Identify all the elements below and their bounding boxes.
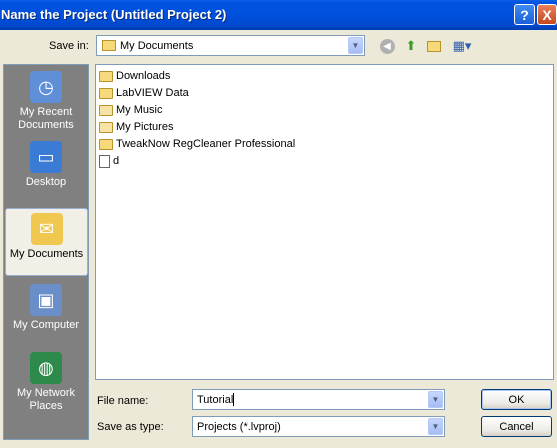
cancel-button[interactable]: Cancel: [481, 416, 552, 437]
back-icon[interactable]: ◀: [378, 37, 396, 55]
pictures-folder-icon: [99, 121, 113, 133]
text-cursor: [233, 393, 235, 406]
list-item[interactable]: Downloads: [99, 68, 170, 84]
place-label: My Computer: [12, 319, 80, 331]
list-item[interactable]: TweakNow RegCleaner Professional: [99, 136, 295, 152]
place-label: Places: [29, 400, 63, 412]
title-bar: Name the Project (Untitled Project 2) ? …: [0, 0, 557, 30]
chevron-down-icon[interactable]: ▼: [348, 37, 363, 54]
close-icon: X: [542, 6, 552, 23]
place-my-documents[interactable]: ✉ My Documents: [5, 208, 88, 276]
place-label: Documents: [18, 119, 74, 131]
list-item[interactable]: My Music: [99, 102, 162, 118]
new-folder-icon[interactable]: [425, 37, 443, 55]
window-title: Name the Project (Untitled Project 2): [1, 7, 227, 22]
save-as-type-label: Save as type:: [97, 421, 164, 433]
save-in-label: Save in:: [49, 40, 89, 52]
folder-open-icon: ✉: [30, 213, 63, 245]
ok-button[interactable]: OK: [481, 389, 552, 410]
save-as-type-dropdown[interactable]: Projects (*.lvproj) ▼: [192, 416, 445, 437]
place-label: My Network: [16, 387, 76, 399]
help-icon: ?: [520, 6, 529, 23]
file-name-label: File name:: [97, 395, 149, 407]
save-in-value: My Documents: [120, 39, 194, 52]
place-label: My Documents: [9, 248, 84, 260]
close-button[interactable]: X: [537, 4, 557, 25]
list-item[interactable]: d: [99, 153, 119, 169]
list-item[interactable]: My Pictures: [99, 119, 173, 135]
chevron-down-icon[interactable]: ▼: [428, 391, 443, 408]
document-icon: [99, 154, 110, 168]
computer-icon: ▣: [30, 284, 62, 316]
place-desktop[interactable]: ▭ Desktop: [5, 141, 87, 193]
file-list[interactable]: Downloads LabVIEW Data My Music My Pictu…: [95, 64, 554, 380]
place-my-computer[interactable]: ▣ My Computer: [5, 284, 87, 336]
file-name-field[interactable]: Tutorial ▼: [192, 389, 445, 410]
place-label: My Recent: [19, 106, 73, 118]
up-folder-icon[interactable]: ⬆: [402, 37, 420, 55]
network-globe-icon: ◍: [30, 352, 62, 384]
save-as-type-value: Projects (*.lvproj): [197, 420, 281, 433]
file-name: My Pictures: [116, 121, 174, 133]
folder-icon: [102, 40, 116, 51]
clock-icon: ◷: [30, 71, 62, 103]
file-name: LabVIEW Data: [116, 87, 189, 99]
views-menu-icon[interactable]: ▦▾: [450, 37, 474, 55]
folder-icon: [99, 138, 113, 150]
music-folder-icon: [99, 104, 113, 116]
save-in-dropdown[interactable]: My Documents ▼: [96, 35, 365, 56]
chevron-down-icon[interactable]: ▼: [428, 418, 443, 435]
help-button[interactable]: ?: [514, 4, 535, 25]
file-name-value[interactable]: Tutorial: [193, 394, 233, 406]
place-my-recent-documents[interactable]: ◷ My Recent Documents: [5, 71, 87, 135]
folder-icon: [99, 70, 113, 82]
file-name: d: [113, 155, 120, 167]
desktop-icon: ▭: [30, 141, 62, 173]
file-name: My Music: [116, 104, 163, 116]
place-label: Desktop: [25, 176, 67, 188]
list-item[interactable]: LabVIEW Data: [99, 85, 189, 101]
places-bar: ◷ My Recent Documents ▭ Desktop ✉ My Doc…: [3, 64, 89, 440]
folder-icon: [99, 87, 113, 99]
place-my-network-places[interactable]: ◍ My Network Places: [5, 352, 87, 416]
file-name: TweakNow RegCleaner Professional: [116, 138, 296, 150]
file-name: Downloads: [116, 70, 171, 82]
